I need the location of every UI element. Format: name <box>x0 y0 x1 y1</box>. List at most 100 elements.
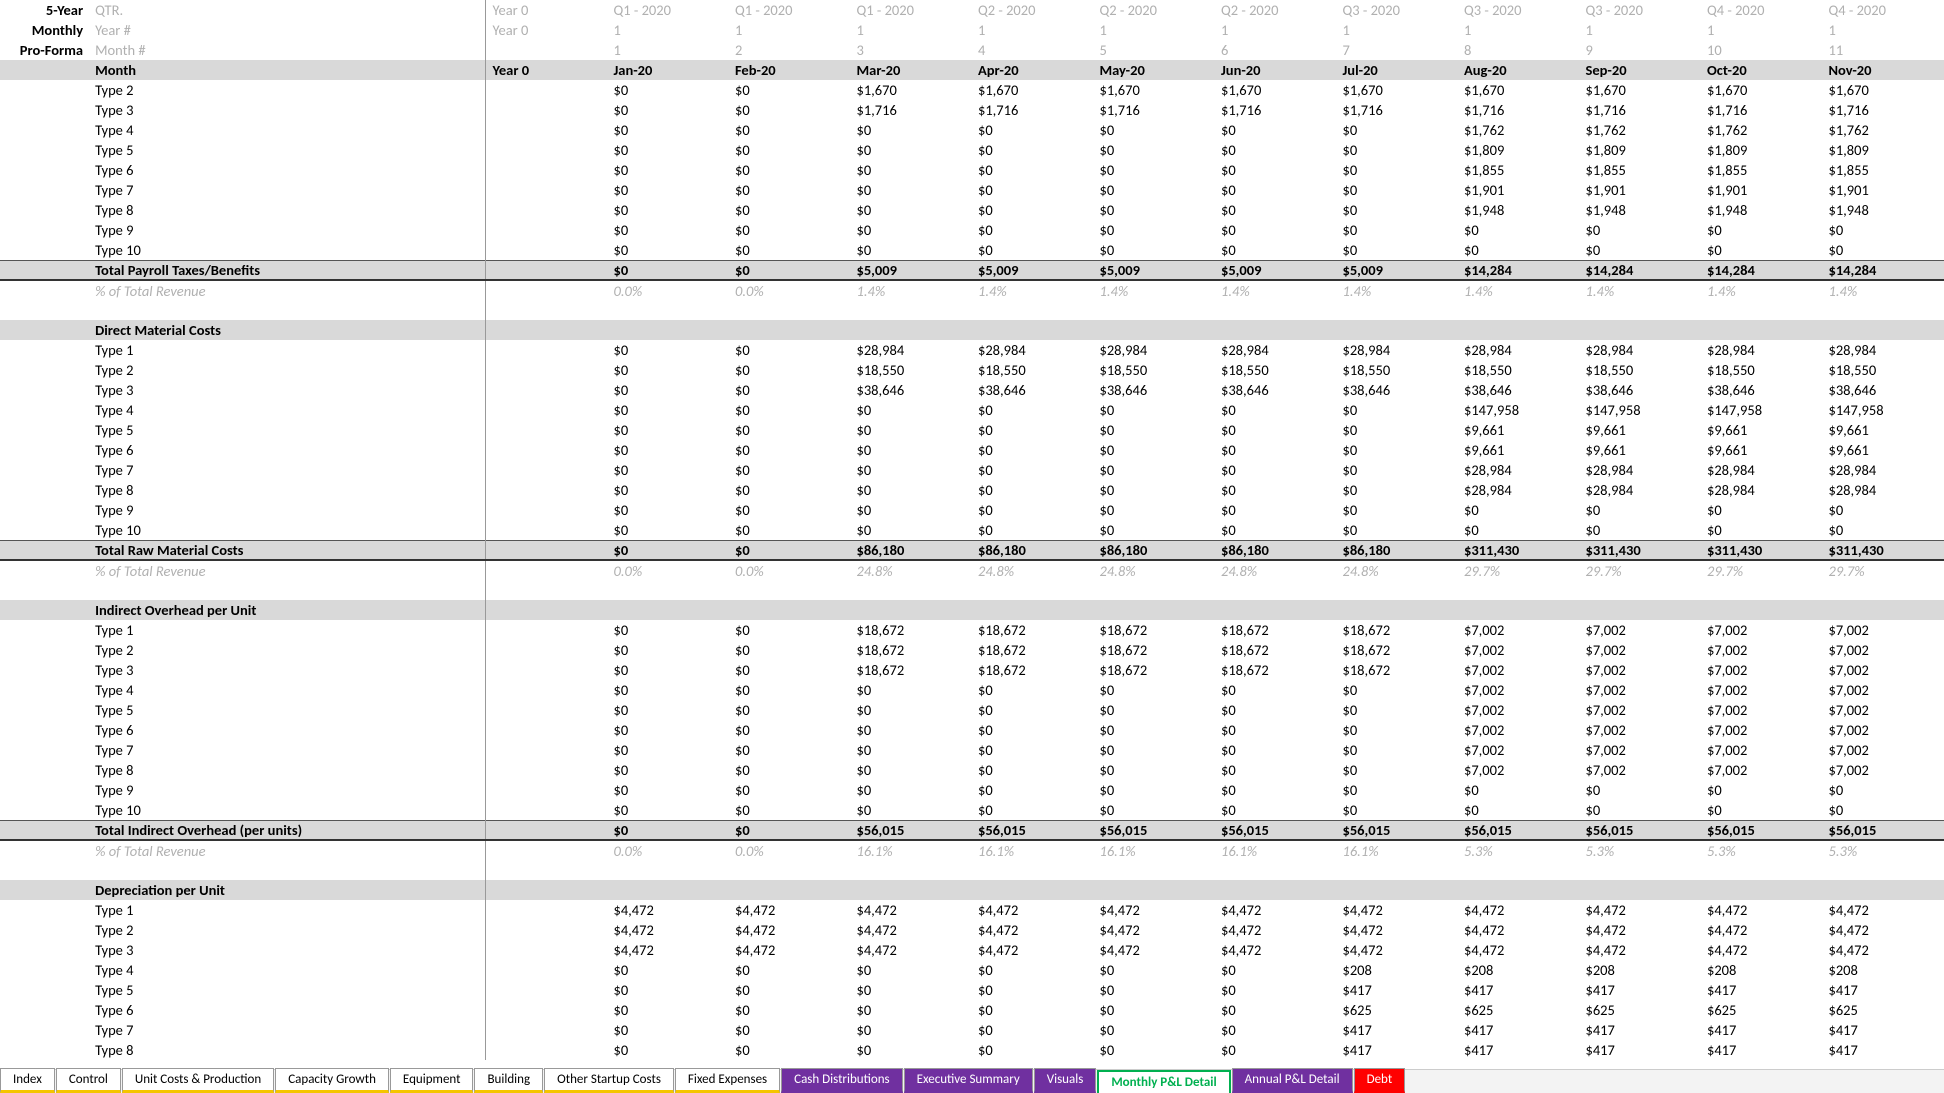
cell-2-3-5[interactable]: $0 <box>1215 680 1337 700</box>
cell-0-8-8[interactable]: $0 <box>1579 240 1701 260</box>
cell-3-7-6[interactable]: $417 <box>1336 1040 1458 1060</box>
cell-2-2-9[interactable]: $7,002 <box>1701 660 1823 680</box>
cell-2-2-1[interactable]: $0 <box>729 660 851 680</box>
cell-2-6-6[interactable]: $0 <box>1336 740 1458 760</box>
cell-1-3-6[interactable]: $0 <box>1336 400 1458 420</box>
cell-1-7-3[interactable]: $0 <box>972 480 1094 500</box>
cell-3-1-10[interactable]: $4,472 <box>1822 920 1944 940</box>
cell-2-3-10[interactable]: $7,002 <box>1822 680 1944 700</box>
cell-2-4-5[interactable]: $0 <box>1215 700 1337 720</box>
cell-3-7-8[interactable]: $417 <box>1579 1040 1701 1060</box>
cell-2-0-3[interactable]: $18,672 <box>972 620 1094 640</box>
cell-1-3-7[interactable]: $147,958 <box>1458 400 1580 420</box>
cell-0-3-10[interactable]: $1,809 <box>1822 140 1944 160</box>
cell-1-6-5[interactable]: $0 <box>1215 460 1337 480</box>
cell-2-5-3[interactable]: $0 <box>972 720 1094 740</box>
cell-1-8-1[interactable]: $0 <box>729 500 851 520</box>
cell-2-3-9[interactable]: $7,002 <box>1701 680 1823 700</box>
cell-3-0-3[interactable]: $4,472 <box>972 900 1094 920</box>
cell-2-4-8[interactable]: $7,002 <box>1579 700 1701 720</box>
cell-2-5-8[interactable]: $7,002 <box>1579 720 1701 740</box>
cell-0-5-8[interactable]: $1,901 <box>1579 180 1701 200</box>
cell-0-8-9[interactable]: $0 <box>1701 240 1823 260</box>
cell-3-0-8[interactable]: $4,472 <box>1579 900 1701 920</box>
cell-3-7-10[interactable]: $417 <box>1822 1040 1944 1060</box>
cell-1-0-2[interactable]: $28,984 <box>850 340 972 360</box>
cell-3-4-2[interactable]: $0 <box>850 980 972 1000</box>
cell-3-5-4[interactable]: $0 <box>1093 1000 1215 1020</box>
cell-2-0-6[interactable]: $18,672 <box>1336 620 1458 640</box>
tab-unit-costs-production[interactable]: Unit Costs & Production <box>122 1068 274 1093</box>
cell-1-2-7[interactable]: $38,646 <box>1458 380 1580 400</box>
cell-1-6-0[interactable]: $0 <box>607 460 729 480</box>
cell-1-4-0[interactable]: $0 <box>607 420 729 440</box>
cell-2-2-5[interactable]: $18,672 <box>1215 660 1337 680</box>
cell-2-5-5[interactable]: $0 <box>1215 720 1337 740</box>
cell-3-0-5[interactable]: $4,472 <box>1215 900 1337 920</box>
cell-0-2-10[interactable]: $1,762 <box>1822 120 1944 140</box>
tab-annual-p-l-detail[interactable]: Annual P&L Detail <box>1232 1068 1353 1093</box>
cell-0-3-5[interactable]: $0 <box>1215 140 1337 160</box>
cell-3-6-9[interactable]: $417 <box>1701 1020 1823 1040</box>
cell-2-1-9[interactable]: $7,002 <box>1701 640 1823 660</box>
cell-1-4-4[interactable]: $0 <box>1093 420 1215 440</box>
cell-1-4-3[interactable]: $0 <box>972 420 1094 440</box>
cell-0-6-1[interactable]: $0 <box>729 200 851 220</box>
cell-1-7-4[interactable]: $0 <box>1093 480 1215 500</box>
cell-3-2-0[interactable]: $4,472 <box>607 940 729 960</box>
cell-1-1-7[interactable]: $18,550 <box>1458 360 1580 380</box>
cell-3-2-9[interactable]: $4,472 <box>1701 940 1823 960</box>
cell-1-2-4[interactable]: $38,646 <box>1093 380 1215 400</box>
cell-1-1-8[interactable]: $18,550 <box>1579 360 1701 380</box>
cell-2-6-2[interactable]: $0 <box>850 740 972 760</box>
cell-3-4-3[interactable]: $0 <box>972 980 1094 1000</box>
cell-1-1-9[interactable]: $18,550 <box>1701 360 1823 380</box>
cell-2-4-9[interactable]: $7,002 <box>1701 700 1823 720</box>
cell-2-2-10[interactable]: $7,002 <box>1822 660 1944 680</box>
cell-0-1-9[interactable]: $1,716 <box>1701 100 1823 120</box>
cell-1-0-9[interactable]: $28,984 <box>1701 340 1823 360</box>
cell-2-1-8[interactable]: $7,002 <box>1579 640 1701 660</box>
cell-2-9-5[interactable]: $0 <box>1215 800 1337 820</box>
cell-3-6-7[interactable]: $417 <box>1458 1020 1580 1040</box>
cell-0-1-7[interactable]: $1,716 <box>1458 100 1580 120</box>
cell-1-8-7[interactable]: $0 <box>1458 500 1580 520</box>
cell-3-3-7[interactable]: $208 <box>1458 960 1580 980</box>
cell-0-2-3[interactable]: $0 <box>972 120 1094 140</box>
cell-0-8-4[interactable]: $0 <box>1093 240 1215 260</box>
cell-2-7-10[interactable]: $7,002 <box>1822 760 1944 780</box>
cell-2-9-9[interactable]: $0 <box>1701 800 1823 820</box>
cell-1-1-1[interactable]: $0 <box>729 360 851 380</box>
cell-2-6-9[interactable]: $7,002 <box>1701 740 1823 760</box>
cell-0-6-5[interactable]: $0 <box>1215 200 1337 220</box>
cell-0-8-10[interactable]: $0 <box>1822 240 1944 260</box>
cell-3-7-1[interactable]: $0 <box>729 1040 851 1060</box>
cell-2-6-1[interactable]: $0 <box>729 740 851 760</box>
cell-3-3-8[interactable]: $208 <box>1579 960 1701 980</box>
cell-1-5-1[interactable]: $0 <box>729 440 851 460</box>
cell-0-6-3[interactable]: $0 <box>972 200 1094 220</box>
cell-1-5-9[interactable]: $9,661 <box>1701 440 1823 460</box>
cell-0-0-4[interactable]: $1,670 <box>1093 80 1215 100</box>
cell-2-7-8[interactable]: $7,002 <box>1579 760 1701 780</box>
tab-control[interactable]: Control <box>56 1068 121 1093</box>
cell-1-6-2[interactable]: $0 <box>850 460 972 480</box>
cell-0-5-6[interactable]: $0 <box>1336 180 1458 200</box>
cell-3-4-0[interactable]: $0 <box>607 980 729 1000</box>
cell-3-6-5[interactable]: $0 <box>1215 1020 1337 1040</box>
cell-0-0-2[interactable]: $1,670 <box>850 80 972 100</box>
cell-3-5-3[interactable]: $0 <box>972 1000 1094 1020</box>
cell-3-6-1[interactable]: $0 <box>729 1020 851 1040</box>
cell-2-1-0[interactable]: $0 <box>607 640 729 660</box>
cell-1-6-1[interactable]: $0 <box>729 460 851 480</box>
cell-0-3-4[interactable]: $0 <box>1093 140 1215 160</box>
cell-0-2-9[interactable]: $1,762 <box>1701 120 1823 140</box>
cell-0-7-3[interactable]: $0 <box>972 220 1094 240</box>
cell-3-7-5[interactable]: $0 <box>1215 1040 1337 1060</box>
cell-1-0-6[interactable]: $28,984 <box>1336 340 1458 360</box>
cell-3-0-0[interactable]: $4,472 <box>607 900 729 920</box>
cell-0-6-7[interactable]: $1,948 <box>1458 200 1580 220</box>
cell-3-6-0[interactable]: $0 <box>607 1020 729 1040</box>
cell-1-0-5[interactable]: $28,984 <box>1215 340 1337 360</box>
cell-0-1-6[interactable]: $1,716 <box>1336 100 1458 120</box>
